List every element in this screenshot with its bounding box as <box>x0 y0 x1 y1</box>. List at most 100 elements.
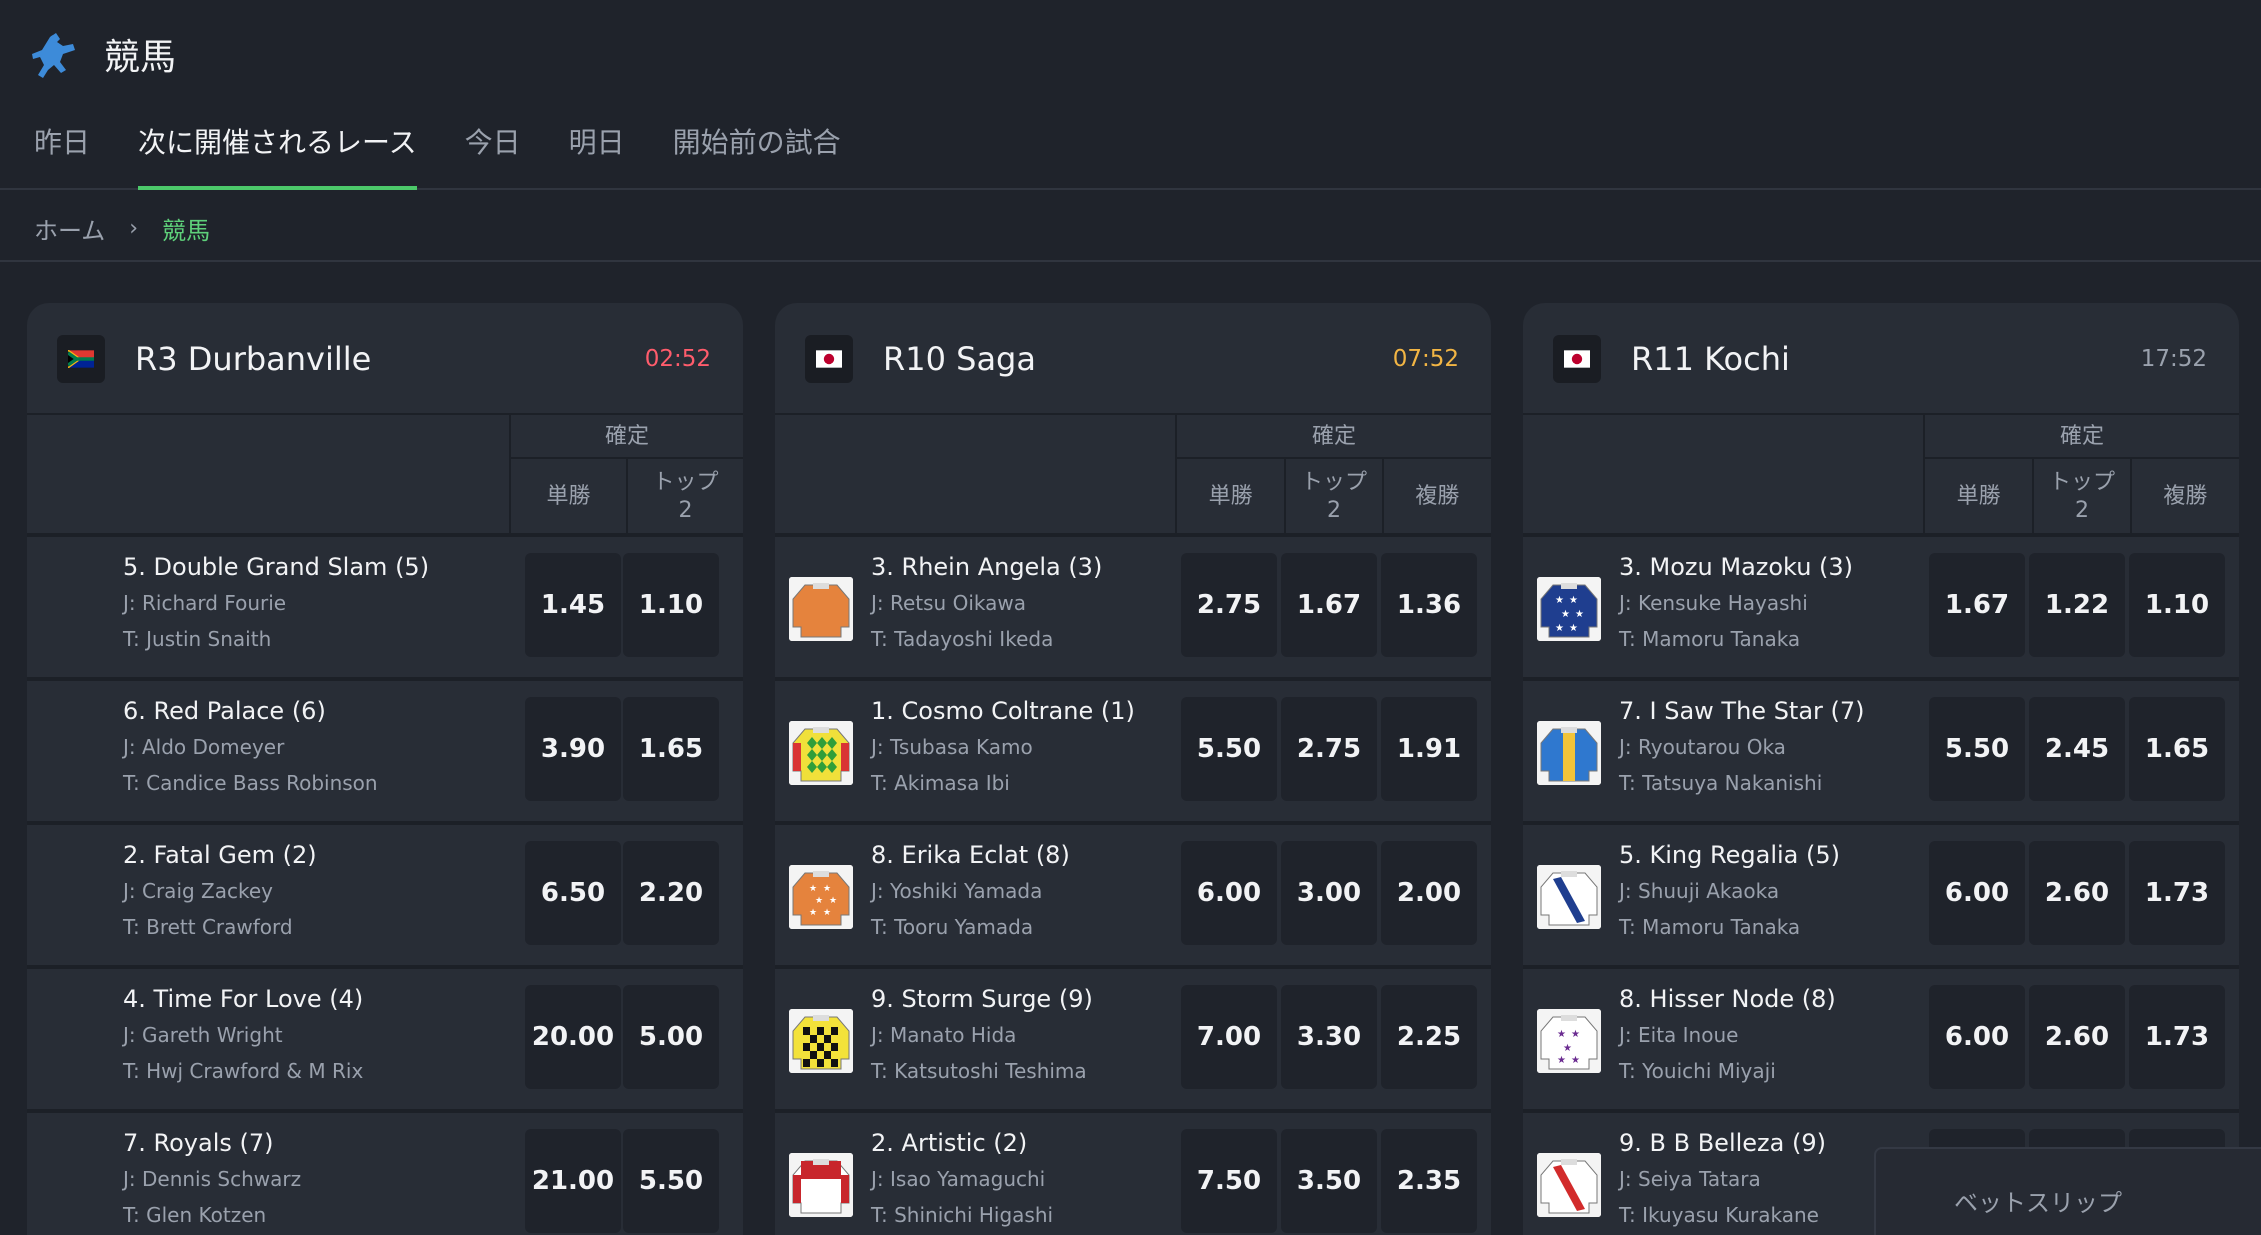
runner-name: 5. King Regalia (5) <box>1619 841 1840 869</box>
jockey-name: J: Shuuji Akaoka <box>1619 879 1780 903</box>
odds-button[interactable]: 1.22 <box>2029 553 2125 657</box>
blue-silk-icon <box>1537 721 1601 785</box>
jockey-name: J: Manato Hida <box>871 1023 1017 1047</box>
market-column-label: トップ 2 <box>1284 459 1381 535</box>
runner-row: 2. Artistic (2) J: Isao Yamaguchi T: Shi… <box>775 1113 1491 1235</box>
odds-button[interactable]: 1.36 <box>1381 553 1477 657</box>
odds-column-header: 確定 単勝 トップ 2 複勝 <box>775 415 1491 537</box>
jockey-name: J: Seiya Tatara <box>1619 1167 1761 1191</box>
tab-next-races[interactable]: 次に開催されるレース <box>138 118 417 190</box>
jockey-name: J: Kensuke Hayashi <box>1619 591 1808 615</box>
runner-name: 5. Double Grand Slam (5) <box>123 553 430 581</box>
svg-text:★: ★ <box>823 908 831 918</box>
race-title[interactable]: R3 Durbanville <box>135 303 371 415</box>
odds-button[interactable]: 21.00 <box>525 1129 621 1233</box>
race-countdown: 17:52 <box>2140 346 2207 372</box>
race-card-header: R11 Kochi 17:52 <box>1523 303 2239 415</box>
white-red-sash-silk-icon <box>1537 1153 1601 1217</box>
odds-button[interactable]: 5.50 <box>1181 697 1277 801</box>
race-card: R10 Saga 07:52 確定 単勝 トップ 2 複勝 3. Rhein Ang… <box>775 303 1491 1235</box>
odds-button[interactable]: 6.50 <box>525 841 621 945</box>
odds-button[interactable]: 1.65 <box>623 697 719 801</box>
odds-button[interactable]: 2.75 <box>1281 697 1377 801</box>
jockey-name: J: Gareth Wright <box>123 1023 283 1047</box>
odds-button[interactable]: 2.75 <box>1181 553 1277 657</box>
odds-button[interactable]: 6.00 <box>1929 985 2025 1089</box>
market-label: 確定 <box>1177 415 1491 459</box>
odds-button[interactable]: 2.00 <box>1381 841 1477 945</box>
runner-name: 6. Red Palace (6) <box>123 697 326 725</box>
trainer-name: T: Akimasa Ibi <box>871 771 1010 795</box>
odds-button[interactable]: 6.00 <box>1181 841 1277 945</box>
divider <box>0 260 2261 262</box>
betslip-label: ベットスリップ <box>1954 1189 2122 1217</box>
orange-stars-silk-icon: ★ ★ ★ ★ ★ ★ <box>789 865 853 929</box>
odds-button[interactable]: 5.50 <box>623 1129 719 1233</box>
svg-text:★: ★ <box>829 896 837 906</box>
market-column-label: 単勝 <box>1956 484 2001 509</box>
odds-button[interactable]: 2.25 <box>1381 985 1477 1089</box>
odds-button[interactable]: 5.50 <box>1929 697 2025 801</box>
odds-button[interactable]: 1.67 <box>1281 553 1377 657</box>
odds-button[interactable]: 2.60 <box>2029 841 2125 945</box>
odds-button[interactable]: 5.00 <box>623 985 719 1089</box>
odds-button[interactable]: 1.67 <box>1929 553 2025 657</box>
tab-yesterday[interactable]: 昨日 <box>34 118 90 190</box>
odds-button[interactable]: 1.10 <box>623 553 719 657</box>
trainer-name: T: Katsutoshi Teshima <box>871 1059 1087 1083</box>
odds-button[interactable]: 1.65 <box>2129 697 2225 801</box>
runner-row: ★ ★ ★ ★ ★ ★ 3. Mozu Mazoku (3) J: Kensuke Hay… <box>1523 537 2239 681</box>
tab-tomorrow[interactable]: 明日 <box>569 118 625 190</box>
odds-button[interactable]: 1.73 <box>2129 985 2225 1089</box>
jockey-name: J: Eita Inoue <box>1619 1023 1739 1047</box>
runner-name: 7. Royals (7) <box>123 1129 274 1157</box>
race-title[interactable]: R10 Saga <box>883 303 1036 415</box>
trainer-name: T: Candice Bass Robinson <box>123 771 378 795</box>
runner-row: 9. Storm Surge (9) J: Manato Hida T: Kat… <box>775 969 1491 1113</box>
odds-button[interactable]: 6.00 <box>1929 841 2025 945</box>
jockey-name: J: Dennis Schwarz <box>123 1167 302 1191</box>
odds-button[interactable]: 2.45 <box>2029 697 2125 801</box>
white-purple-stars-silk-icon: ★ ★ ★ ★ ★ <box>1537 1009 1601 1073</box>
chevron-right-icon: › <box>129 215 139 241</box>
svg-text:★: ★ <box>1575 609 1584 620</box>
odds-button[interactable]: 2.60 <box>2029 985 2125 1089</box>
odds-button[interactable]: 1.45 <box>525 553 621 657</box>
race-countdown: 02:52 <box>644 346 711 372</box>
tab-upcoming[interactable]: 開始前の試合 <box>673 118 841 190</box>
trainer-name: T: Tatsuya Nakanishi <box>1619 771 1823 795</box>
odds-button[interactable]: 1.91 <box>1381 697 1477 801</box>
svg-text:★: ★ <box>1571 1055 1580 1066</box>
runner-row: 3. Rhein Angela (3) J: Retsu Oikawa T: T… <box>775 537 1491 681</box>
race-card: R11 Kochi 17:52 確定 単勝 トップ 2 複勝 ★ ★ ★ ★ ★ ★ 3. M… <box>1523 303 2239 1235</box>
tab-today[interactable]: 今日 <box>465 118 521 190</box>
odds-button[interactable]: 1.73 <box>2129 841 2225 945</box>
odds-button[interactable]: 7.00 <box>1181 985 1277 1089</box>
odds-button[interactable]: 20.00 <box>525 985 621 1089</box>
odds-button[interactable]: 3.00 <box>1281 841 1377 945</box>
jockey-name: J: Retsu Oikawa <box>871 591 1026 615</box>
green-yellow-diamond-silk-icon <box>789 721 853 785</box>
odds-button[interactable]: 2.20 <box>623 841 719 945</box>
runner-name: 1. Cosmo Coltrane (1) <box>871 697 1135 725</box>
runner-row: 1. Cosmo Coltrane (1) J: Tsubasa Kamo T:… <box>775 681 1491 825</box>
market-column-label: 単勝 <box>546 484 591 509</box>
odds-button[interactable]: 7.50 <box>1181 1129 1277 1233</box>
odds-column-header: 確定 単勝 トップ 2 複勝 <box>1523 415 2239 537</box>
odds-button[interactable]: 1.10 <box>2129 553 2225 657</box>
odds-button[interactable]: 3.30 <box>1281 985 1377 1089</box>
breadcrumb-home-link[interactable]: ホーム <box>34 211 105 246</box>
market-column-label: 複勝 <box>1381 459 1491 535</box>
horse-racing-icon <box>32 33 75 78</box>
odds-button[interactable]: 2.35 <box>1381 1129 1477 1233</box>
runner-row: 7. Royals (7) J: Dennis Schwarz T: Glen … <box>27 1113 743 1235</box>
odds-button[interactable]: 3.50 <box>1281 1129 1377 1233</box>
trainer-name: T: Mamoru Tanaka <box>1619 627 1801 651</box>
page-header: 競馬 <box>32 26 176 82</box>
svg-text:★: ★ <box>815 896 823 906</box>
betslip-panel[interactable]: ベットスリップ <box>1874 1147 2261 1235</box>
race-title[interactable]: R11 Kochi <box>1631 303 1790 415</box>
odds-button[interactable]: 3.90 <box>525 697 621 801</box>
trainer-name: T: Mamoru Tanaka <box>1619 915 1801 939</box>
runner-name: 2. Artistic (2) <box>871 1129 1028 1157</box>
